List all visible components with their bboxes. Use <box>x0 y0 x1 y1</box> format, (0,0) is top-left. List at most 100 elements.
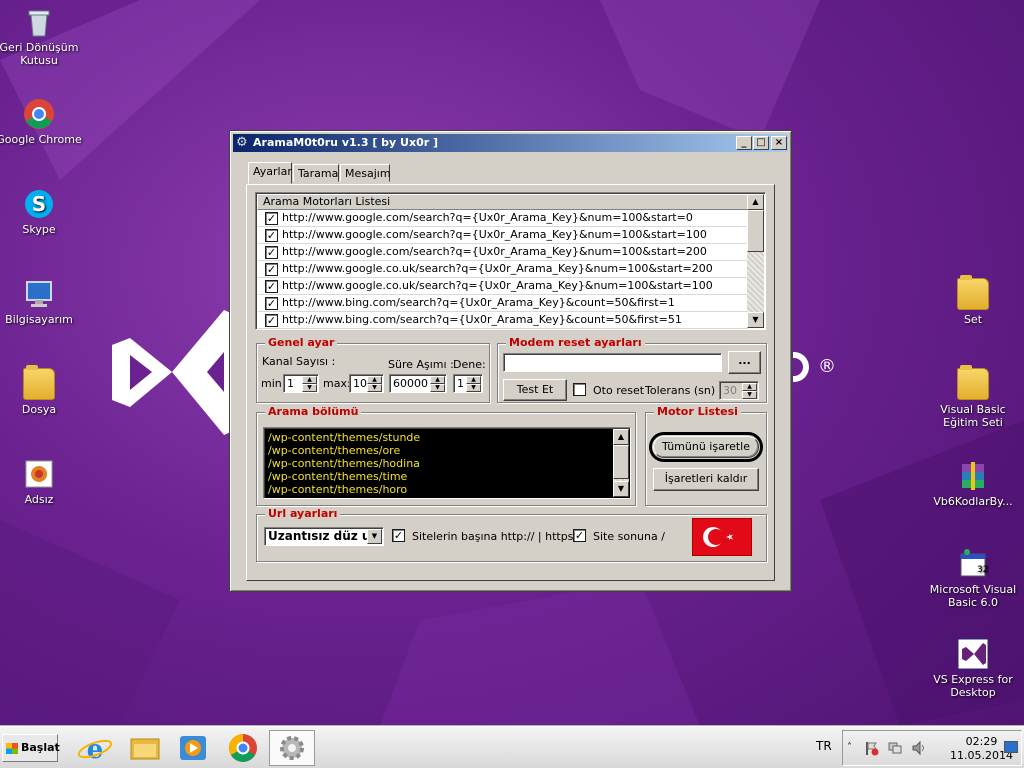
browse-button[interactable]: ... <box>728 351 761 374</box>
spin-up-icon[interactable]: ▲ <box>466 376 481 384</box>
taskbar-app-explorer[interactable] <box>122 730 168 766</box>
auto-reset-checkbox[interactable] <box>573 383 586 396</box>
spin-up-icon[interactable]: ▲ <box>367 376 382 384</box>
retry-value: 1 <box>457 377 464 390</box>
url-mode-value: Uzantısız düz url <box>268 529 381 543</box>
timeout-stepper[interactable]: 60000 ▲ ▼ <box>389 374 447 393</box>
show-desktop-icon[interactable] <box>1004 741 1018 753</box>
start-button[interactable]: Başlat <box>2 734 60 762</box>
scroll-up-icon[interactable]: ▲ <box>747 194 764 210</box>
prefix-checkbox[interactable]: ✓ <box>392 529 405 542</box>
engine-list-header[interactable]: Arama Motorları Listesi <box>257 194 749 210</box>
settings-gear-icon <box>280 736 304 760</box>
row-checkbox[interactable]: ✓ <box>265 297 278 310</box>
list-item[interactable]: ✓ http://www.google.co.uk/search?q={Ux0r_… <box>258 278 748 295</box>
desktop-icon-dosya[interactable]: Dosya <box>0 365 84 416</box>
scroll-down-icon[interactable]: ▼ <box>613 481 629 497</box>
tab-ayarlar[interactable]: Ayarlar <box>248 162 292 184</box>
sure-label: Süre Aşımı : <box>388 358 454 371</box>
scroll-thumb[interactable] <box>613 445 629 479</box>
taskbar-app-media-player[interactable] <box>170 730 216 766</box>
list-item[interactable]: ✓ http://www.bing.com/search?q={Ux0r_Aram… <box>258 295 748 312</box>
spin-up-icon[interactable]: ▲ <box>742 383 757 391</box>
spin-down-icon[interactable]: ▼ <box>367 384 382 392</box>
desktop-icon-label: Skype <box>22 223 56 236</box>
spin-down-icon[interactable]: ▼ <box>466 384 481 392</box>
language-indicator[interactable]: TR <box>816 740 832 753</box>
test-et-button[interactable]: Test Et <box>503 379 567 401</box>
row-checkbox[interactable]: ✓ <box>265 212 278 225</box>
list-item[interactable]: ✓ http://www.bing.com/search?q={Ux0r_Aram… <box>258 312 748 329</box>
search-terms-textarea[interactable]: /wp-content/themes/stunde /wp-content/th… <box>263 427 631 499</box>
row-url: http://www.bing.com/search?q={Ux0r_Arama… <box>282 296 675 309</box>
general-settings-group: Genel ayar <box>256 336 490 403</box>
min-label: min: <box>261 377 286 390</box>
desktop-icon-chrome[interactable]: Google Chrome <box>0 98 84 146</box>
close-button[interactable]: × <box>771 136 787 150</box>
winrar-icon <box>957 460 989 492</box>
desktop-icon-label: Adsız <box>24 493 54 506</box>
retry-stepper[interactable]: 1 ▲ ▼ <box>453 374 483 393</box>
tolerance-stepper[interactable]: 30 ▲ ▼ <box>719 381 759 400</box>
max-stepper[interactable]: 10 ▲ ▼ <box>349 374 384 393</box>
window-titlebar[interactable]: ⚙ AramaM0t0ru v1.3 [ by Ux0r ] _ □ × <box>233 134 788 152</box>
desktop-icon-label: Microsoft Visual Basic 6.0 <box>929 583 1017 609</box>
list-item[interactable]: ✓ http://www.google.com/search?q={Ux0r_Ar… <box>258 227 748 244</box>
list-item[interactable]: ✓ http://www.google.com/search?q={Ux0r_Ar… <box>258 244 748 261</box>
taskbar-app-arama-motoru[interactable] <box>269 730 315 766</box>
row-checkbox[interactable]: ✓ <box>265 246 278 259</box>
network-icon[interactable] <box>887 740 903 756</box>
row-url: http://www.google.co.uk/search?q={Ux0r_A… <box>282 279 713 292</box>
row-checkbox[interactable]: ✓ <box>265 263 278 276</box>
row-checkbox[interactable]: ✓ <box>265 229 278 242</box>
tolerance-label: Tolerans (sn) : <box>645 384 723 397</box>
spin-up-icon[interactable]: ▲ <box>430 376 445 384</box>
row-checkbox[interactable]: ✓ <box>265 280 278 293</box>
start-label: Başlat <box>21 741 60 754</box>
tab-tarama[interactable]: Tarama <box>293 164 339 182</box>
search-scrollbar[interactable]: ▲ ▼ <box>613 429 629 497</box>
scroll-down-icon[interactable]: ▼ <box>747 312 764 328</box>
window-title: AramaM0t0ru v1.3 [ by Ux0r ] <box>253 136 439 149</box>
url-mode-select[interactable]: Uzantısız düz url ▼ <box>264 527 384 546</box>
chevron-down-icon[interactable]: ▼ <box>367 529 382 544</box>
row-url: http://www.google.com/search?q={Ux0r_Ara… <box>282 228 707 241</box>
desktop-icon-recycle-bin[interactable]: Geri Dönüşüm Kutusu <box>0 6 84 67</box>
engine-list[interactable]: Arama Motorları Listesi ✓ http://www.goog… <box>255 192 766 330</box>
row-checkbox[interactable]: ✓ <box>265 314 278 327</box>
desktop-icon-set[interactable]: Set <box>928 275 1018 326</box>
spin-down-icon[interactable]: ▼ <box>742 391 757 399</box>
desktop-icon-vb6kodlar[interactable]: Vb6KodlarBy... <box>928 460 1018 508</box>
action-center-flag-icon[interactable] <box>863 740 879 756</box>
clear-marks-button[interactable]: İşaretleri kaldır <box>653 468 759 491</box>
volume-icon[interactable] <box>911 740 927 756</box>
spin-up-icon[interactable]: ▲ <box>302 376 317 384</box>
desktop-icon-computer[interactable]: Bilgisayarım <box>0 278 84 326</box>
desktop-icon-vs-express[interactable]: VS Express for Desktop <box>928 638 1018 699</box>
suffix-checkbox[interactable]: ✓ <box>573 529 586 542</box>
desktop-icon-skype[interactable]: S Skype <box>0 188 84 236</box>
taskbar-app-ie[interactable]: e <box>72 730 118 766</box>
desktop-icon-label: Visual Basic Eğitim Seti <box>940 403 1006 429</box>
scroll-up-icon[interactable]: ▲ <box>613 429 629 445</box>
modem-path-input[interactable] <box>503 353 722 372</box>
list-item[interactable]: ✓ http://www.google.co.uk/search?q={Ux0r_… <box>258 261 748 278</box>
scroll-thumb[interactable] <box>747 210 764 252</box>
desktop-icon-label: VS Express for Desktop <box>933 673 1013 699</box>
desktop-icon-adsiz[interactable]: Adsız <box>0 458 84 506</box>
select-all-button[interactable]: Tümünü işaretle <box>649 432 763 462</box>
desktop-icon-vb6[interactable]: 32 Microsoft Visual Basic 6.0 <box>928 548 1018 609</box>
maximize-button[interactable]: □ <box>753 136 769 150</box>
spin-down-icon[interactable]: ▼ <box>430 384 445 392</box>
taskbar-app-chrome[interactable] <box>220 730 266 766</box>
min-stepper[interactable]: 1 ▲ ▼ <box>283 374 319 393</box>
minimize-button[interactable]: _ <box>736 136 752 150</box>
engine-list-scrollbar[interactable]: ▲ ▼ <box>747 194 764 328</box>
list-item[interactable]: ✓ http://www.google.com/search?q={Ux0r_Ar… <box>258 210 748 227</box>
spin-down-icon[interactable]: ▼ <box>302 384 317 392</box>
image-icon <box>23 458 55 490</box>
search-line: /wp-content/themes/time <box>268 470 408 483</box>
tab-mesajim[interactable]: Mesajım <box>340 164 391 182</box>
show-hidden-icons-icon[interactable]: ˄ <box>847 741 852 754</box>
desktop-icon-vb-egitim[interactable]: Visual Basic Eğitim Seti <box>928 365 1018 429</box>
